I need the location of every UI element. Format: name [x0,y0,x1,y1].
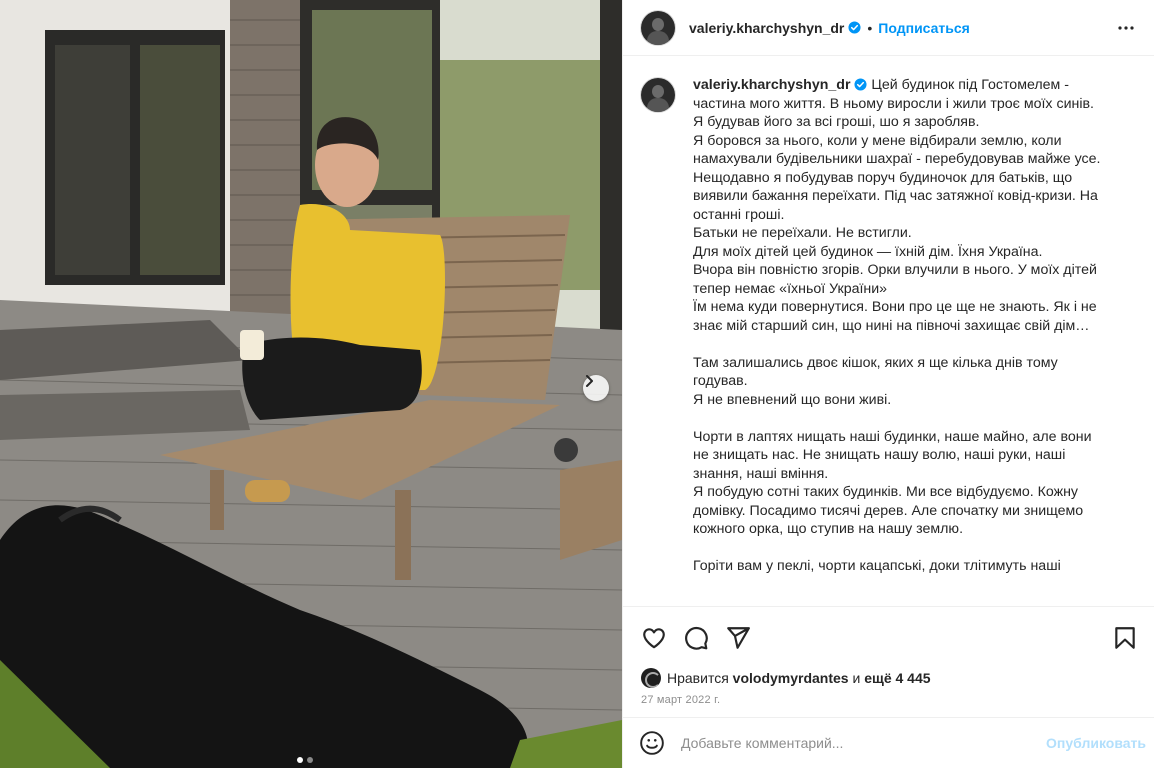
liker-username[interactable]: volodymyrdantes [733,670,849,686]
post-date[interactable]: 27 март 2022 г. [641,694,720,706]
caption-scroll-area[interactable]: valeriy.kharchyshyn_dr Цей будинок під Г… [623,56,1154,607]
caption-line: Для моїх дітей цей будинок — їхній дім. … [693,243,1043,260]
save-button[interactable] [1112,625,1138,651]
caption-line: тепер немає «їхньої України» [693,280,888,297]
chevron-right-icon [586,375,593,387]
likes-summary: Нравится volodymyrdantes и ещё 4 445 [641,668,931,688]
comment-input[interactable] [679,734,1047,752]
liker-avatar[interactable] [641,668,661,688]
comment-icon [685,626,708,650]
photo-illustration [0,0,622,768]
follow-button[interactable]: Подписаться [878,20,970,36]
caption-line: знання, наші вміння. [693,465,829,482]
verified-badge-icon [848,21,861,34]
carousel-dot [307,757,313,763]
caption-line: домівку. Посадимо тисячі дерев. Але споч… [693,502,1084,519]
avatar[interactable] [641,10,675,45]
post-photo[interactable] [0,0,622,768]
caption-avatar[interactable] [641,78,675,112]
caption-line: Нещодавно я побудував поруч будиночок дл… [693,169,1073,186]
header-username[interactable]: valeriy.kharchyshyn_dr [689,20,844,36]
caption-line: частина мого життя. В ньому виросли і жи… [693,95,1094,112]
caption-line: не знищать нас. Не знищать нашу волю, на… [693,447,1066,463]
header-separator: • [867,19,873,36]
caption-line: Їм нема куди повернутися. Вони про це ще… [693,299,1097,315]
caption-line: годував. [693,373,748,389]
emoji-icon [640,731,664,755]
comment-bar: Опубликовать [623,717,1154,768]
caption-line: Цей будинок під Гостомелем - [871,77,1069,93]
heart-icon [643,628,665,649]
caption-line: Там залишались двоє кішок, яких я ще кіл… [693,354,1058,371]
likes-conjunction: и [852,670,861,686]
likes-prefix: Нравится [667,670,729,686]
carousel-indicator [297,757,313,763]
post-details-panel: valeriy.kharchyshyn_dr • Подписаться val… [622,0,1154,768]
more-options-button[interactable] [1114,16,1138,40]
caption: valeriy.kharchyshyn_dr Цей будинок під Г… [641,76,1138,576]
post-header: valeriy.kharchyshyn_dr • Подписаться [623,0,1154,56]
send-icon [727,627,750,649]
caption-line: знає мій старший син, що нині на півночі… [693,317,1090,334]
likes-count[interactable]: ещё 4 445 [864,670,930,686]
carousel-dot-active [297,757,303,763]
caption-text: valeriy.kharchyshyn_dr Цей будинок під Г… [693,76,1133,576]
more-options-icon [1118,25,1134,30]
caption-line: Я будував його за всі гроші, шо я заробл… [693,114,980,130]
bookmark-icon [1115,627,1135,649]
comment-button[interactable] [683,625,709,651]
caption-line: намахували будівельники шахраї - перебуд… [693,151,1101,167]
caption-line: Я боровся за нього, коли у мене відбирал… [693,132,1062,149]
caption-line: Чорти в лаптях нищать наші будинки, наше… [693,428,1092,445]
caption-line: кожного орка, що ступив на нашу землю. [693,521,964,537]
caption-line: Вчора він повністю згорів. Орки влучили … [693,262,1097,278]
publish-button[interactable]: Опубликовать [1046,735,1146,751]
caption-line: Батьки не переїхали. Не встигли. [693,225,912,241]
like-button[interactable] [641,625,667,651]
post-actions [641,622,1138,654]
caption-username[interactable]: valeriy.kharchyshyn_dr [693,77,850,93]
share-button[interactable] [725,625,751,651]
verified-badge-icon [854,78,868,91]
carousel-next-button[interactable] [583,375,609,401]
caption-line: останні гроші. [693,206,785,223]
emoji-button[interactable] [639,730,665,756]
caption-line: Я не впевнений що вони живі. [693,391,892,408]
caption-line: Горіти вам у пеклі, чорти кацапські, док… [693,558,1061,574]
caption-line: Я побудую сотні таких будинків. Ми все в… [693,484,1079,500]
caption-line: виявили бажання переїхати. Під час затяж… [693,188,1098,204]
